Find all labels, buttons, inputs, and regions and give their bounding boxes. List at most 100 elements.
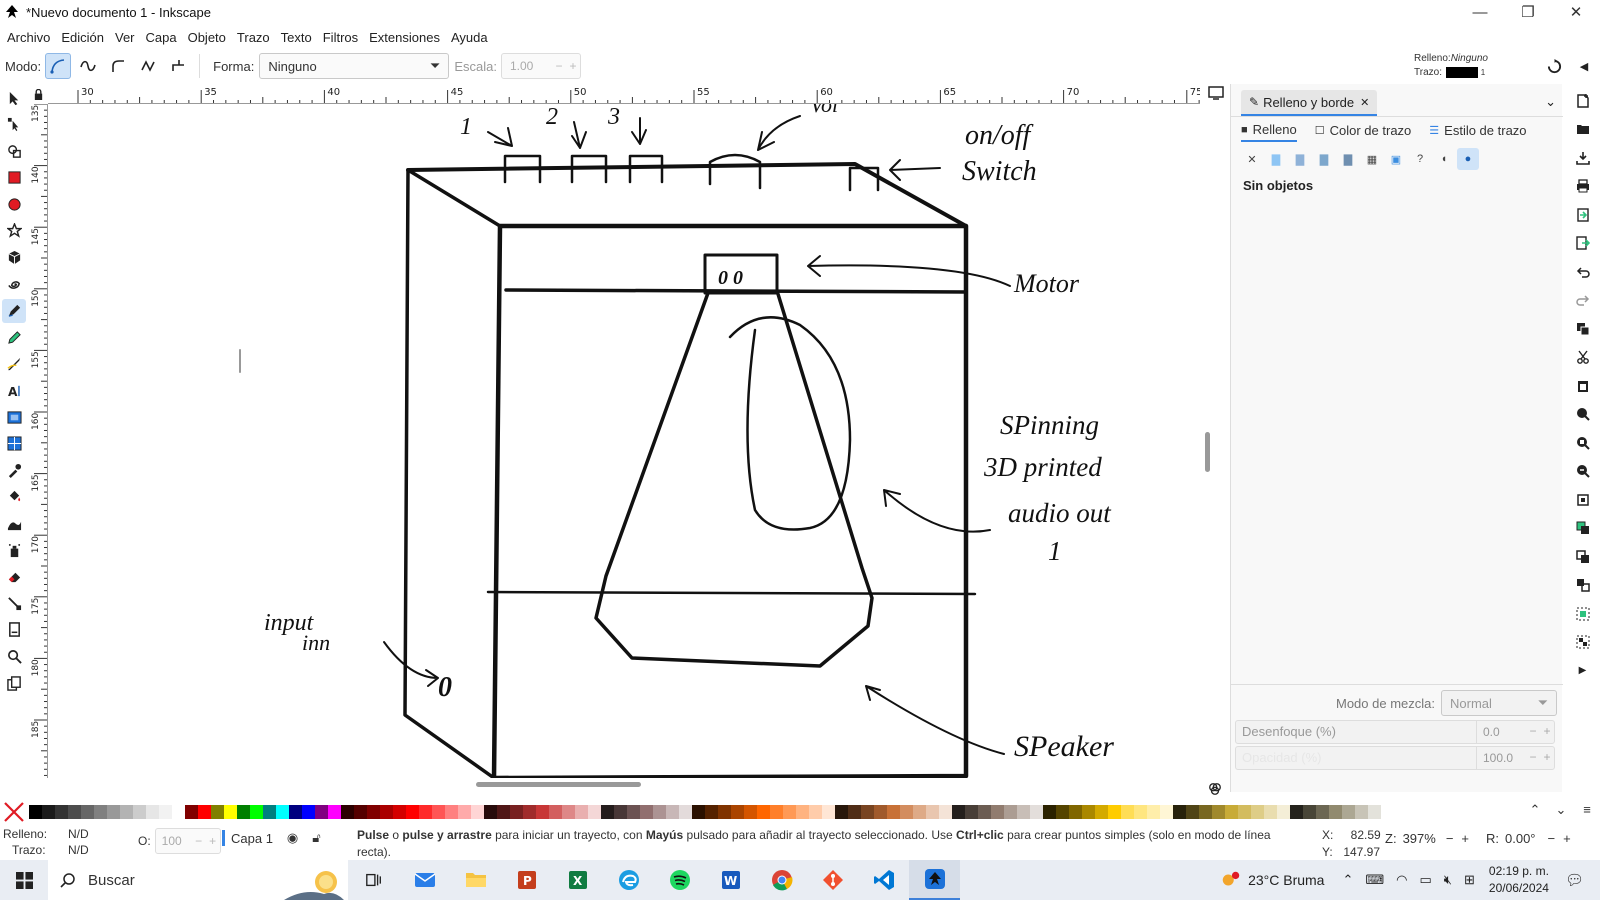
palette-swatch[interactable] bbox=[900, 805, 913, 819]
collapse-commands-icon[interactable]: ◀ bbox=[1574, 56, 1594, 76]
palette-swatch[interactable] bbox=[939, 805, 952, 819]
palette-swatch[interactable] bbox=[549, 805, 562, 819]
palette-swatch[interactable] bbox=[1082, 805, 1095, 819]
taskbar-vscode[interactable] bbox=[858, 860, 909, 900]
palette-swatch[interactable] bbox=[809, 805, 822, 819]
rotate-cw-icon[interactable]: + bbox=[1563, 831, 1571, 846]
palette-swatch[interactable] bbox=[523, 805, 536, 819]
palette-swatch[interactable] bbox=[1264, 805, 1277, 819]
save-button[interactable] bbox=[1571, 146, 1595, 170]
subtab-stroke-paint[interactable]: ☐ Color de trazo bbox=[1315, 122, 1412, 142]
taskbar-edge[interactable] bbox=[603, 860, 654, 900]
taskbar-file-explorer[interactable] bbox=[450, 860, 501, 900]
palette-swatch[interactable] bbox=[107, 805, 120, 819]
blend-mode-select[interactable]: Normal ⏷ bbox=[1441, 690, 1557, 716]
pen-tool[interactable] bbox=[2, 298, 26, 323]
paint-bucket-tool[interactable] bbox=[2, 485, 26, 509]
palette-swatch[interactable] bbox=[640, 805, 653, 819]
taskbar-clock[interactable]: 02:19 p. m. 20/06/2024 bbox=[1489, 863, 1549, 897]
palette-swatch[interactable] bbox=[1238, 805, 1251, 819]
palette-swatch[interactable] bbox=[484, 805, 497, 819]
palette-swatch[interactable] bbox=[1069, 805, 1082, 819]
color-management-icon[interactable] bbox=[1208, 782, 1224, 798]
tab-fill-stroke[interactable]: ✎ Relleno y borde ✕ bbox=[1241, 90, 1378, 116]
palette-swatch[interactable] bbox=[1342, 805, 1355, 819]
horizontal-ruler[interactable]: 3035404550556065707580859095100105110115 bbox=[48, 84, 1200, 104]
paste-button[interactable] bbox=[1571, 374, 1595, 398]
eye-icon[interactable]: ◉ bbox=[287, 830, 298, 846]
rotate-ccw-icon[interactable]: − bbox=[1548, 831, 1556, 846]
palette-swatch[interactable] bbox=[666, 805, 679, 819]
menu-archivo[interactable]: Archivo bbox=[3, 30, 54, 45]
palette-swatch[interactable] bbox=[1368, 805, 1381, 819]
battery-icon[interactable]: ▭ bbox=[1419, 872, 1431, 888]
zoom-page-button[interactable] bbox=[1571, 459, 1595, 483]
plus-icon[interactable]: + bbox=[206, 834, 220, 848]
palette-swatch[interactable] bbox=[757, 805, 770, 819]
pages-tool[interactable] bbox=[2, 618, 26, 642]
palette-swatch[interactable] bbox=[562, 805, 575, 819]
calligraphy-tool[interactable] bbox=[2, 352, 26, 376]
palette-swatch[interactable] bbox=[211, 805, 224, 819]
text-tool[interactable]: A bbox=[2, 379, 26, 403]
palette-swatch[interactable] bbox=[1043, 805, 1056, 819]
unset-paint-button[interactable]: ? bbox=[1409, 148, 1431, 170]
palette-swatch[interactable] bbox=[29, 805, 42, 819]
palette-swatch[interactable] bbox=[978, 805, 991, 819]
palette-swatch[interactable] bbox=[458, 805, 471, 819]
subtab-fill[interactable]: ■ Relleno bbox=[1241, 122, 1297, 142]
close-window-button[interactable]: ✕ bbox=[1552, 0, 1600, 24]
palette-swatch[interactable] bbox=[1095, 805, 1108, 819]
ruler-corner-lock[interactable] bbox=[28, 84, 48, 104]
swatch-button[interactable]: ▣ bbox=[1385, 148, 1407, 170]
palette-swatch[interactable] bbox=[1199, 805, 1212, 819]
fill-rule-nonzero-button[interactable]: ● bbox=[1457, 148, 1479, 170]
palette-swatch[interactable] bbox=[653, 805, 666, 819]
expand-commands-button[interactable]: ▶ bbox=[1571, 659, 1595, 683]
status-fill-value[interactable]: N/D bbox=[68, 827, 89, 841]
palette-swatch[interactable] bbox=[302, 805, 315, 819]
palette-swatch[interactable] bbox=[445, 805, 458, 819]
palette-swatch[interactable] bbox=[1355, 805, 1368, 819]
palette-swatch[interactable] bbox=[874, 805, 887, 819]
ellipse-tool[interactable] bbox=[2, 192, 26, 216]
palette-swatch[interactable] bbox=[575, 805, 588, 819]
palette-swatch[interactable] bbox=[289, 805, 302, 819]
star-tool[interactable] bbox=[2, 219, 26, 243]
palette-swatch[interactable] bbox=[783, 805, 796, 819]
print-button[interactable] bbox=[1571, 174, 1595, 198]
language-icon[interactable]: ⊞ bbox=[1464, 872, 1475, 888]
unlink-clone-button[interactable] bbox=[1571, 573, 1595, 597]
taskbar-chrome[interactable] bbox=[756, 860, 807, 900]
dropper-tool[interactable] bbox=[2, 458, 26, 482]
palette-swatch[interactable] bbox=[94, 805, 107, 819]
status-opacity-spinner[interactable]: 100 − + bbox=[154, 828, 221, 854]
horizontal-scrollbar[interactable] bbox=[30, 778, 1212, 790]
volume-muted-icon[interactable]: 🔇︎ bbox=[1444, 872, 1452, 888]
palette-swatch[interactable] bbox=[497, 805, 510, 819]
menu-filtros[interactable]: Filtros bbox=[319, 30, 362, 45]
palette-swatch[interactable] bbox=[367, 805, 380, 819]
spray-tool[interactable] bbox=[2, 538, 26, 562]
close-tab-icon[interactable]: ✕ bbox=[1360, 96, 1369, 109]
palette-swatch[interactable] bbox=[1030, 805, 1043, 819]
minimize-button[interactable]: — bbox=[1456, 0, 1504, 24]
rotation-value[interactable]: 0.00° bbox=[1505, 831, 1536, 846]
taskbar-excel[interactable]: X bbox=[552, 860, 603, 900]
palette-swatch[interactable] bbox=[172, 805, 185, 819]
palette-swatch[interactable] bbox=[679, 805, 692, 819]
palette-swatch[interactable] bbox=[1004, 805, 1017, 819]
palette-swatch[interactable] bbox=[1212, 805, 1225, 819]
measure-tool[interactable] bbox=[2, 671, 26, 695]
palette-swatch[interactable] bbox=[1251, 805, 1264, 819]
zoom-control[interactable]: Z: 397% − + bbox=[1385, 831, 1469, 846]
start-button[interactable] bbox=[0, 860, 48, 900]
palette-swatch[interactable] bbox=[926, 805, 939, 819]
plus-icon[interactable]: + bbox=[1540, 747, 1554, 769]
palette-swatch[interactable] bbox=[510, 805, 523, 819]
palette-swatch[interactable] bbox=[146, 805, 159, 819]
palette-swatch[interactable] bbox=[159, 805, 172, 819]
palette-swatch[interactable] bbox=[237, 805, 250, 819]
menu-ayuda[interactable]: Ayuda bbox=[447, 30, 492, 45]
spiral-tool[interactable] bbox=[2, 272, 26, 296]
